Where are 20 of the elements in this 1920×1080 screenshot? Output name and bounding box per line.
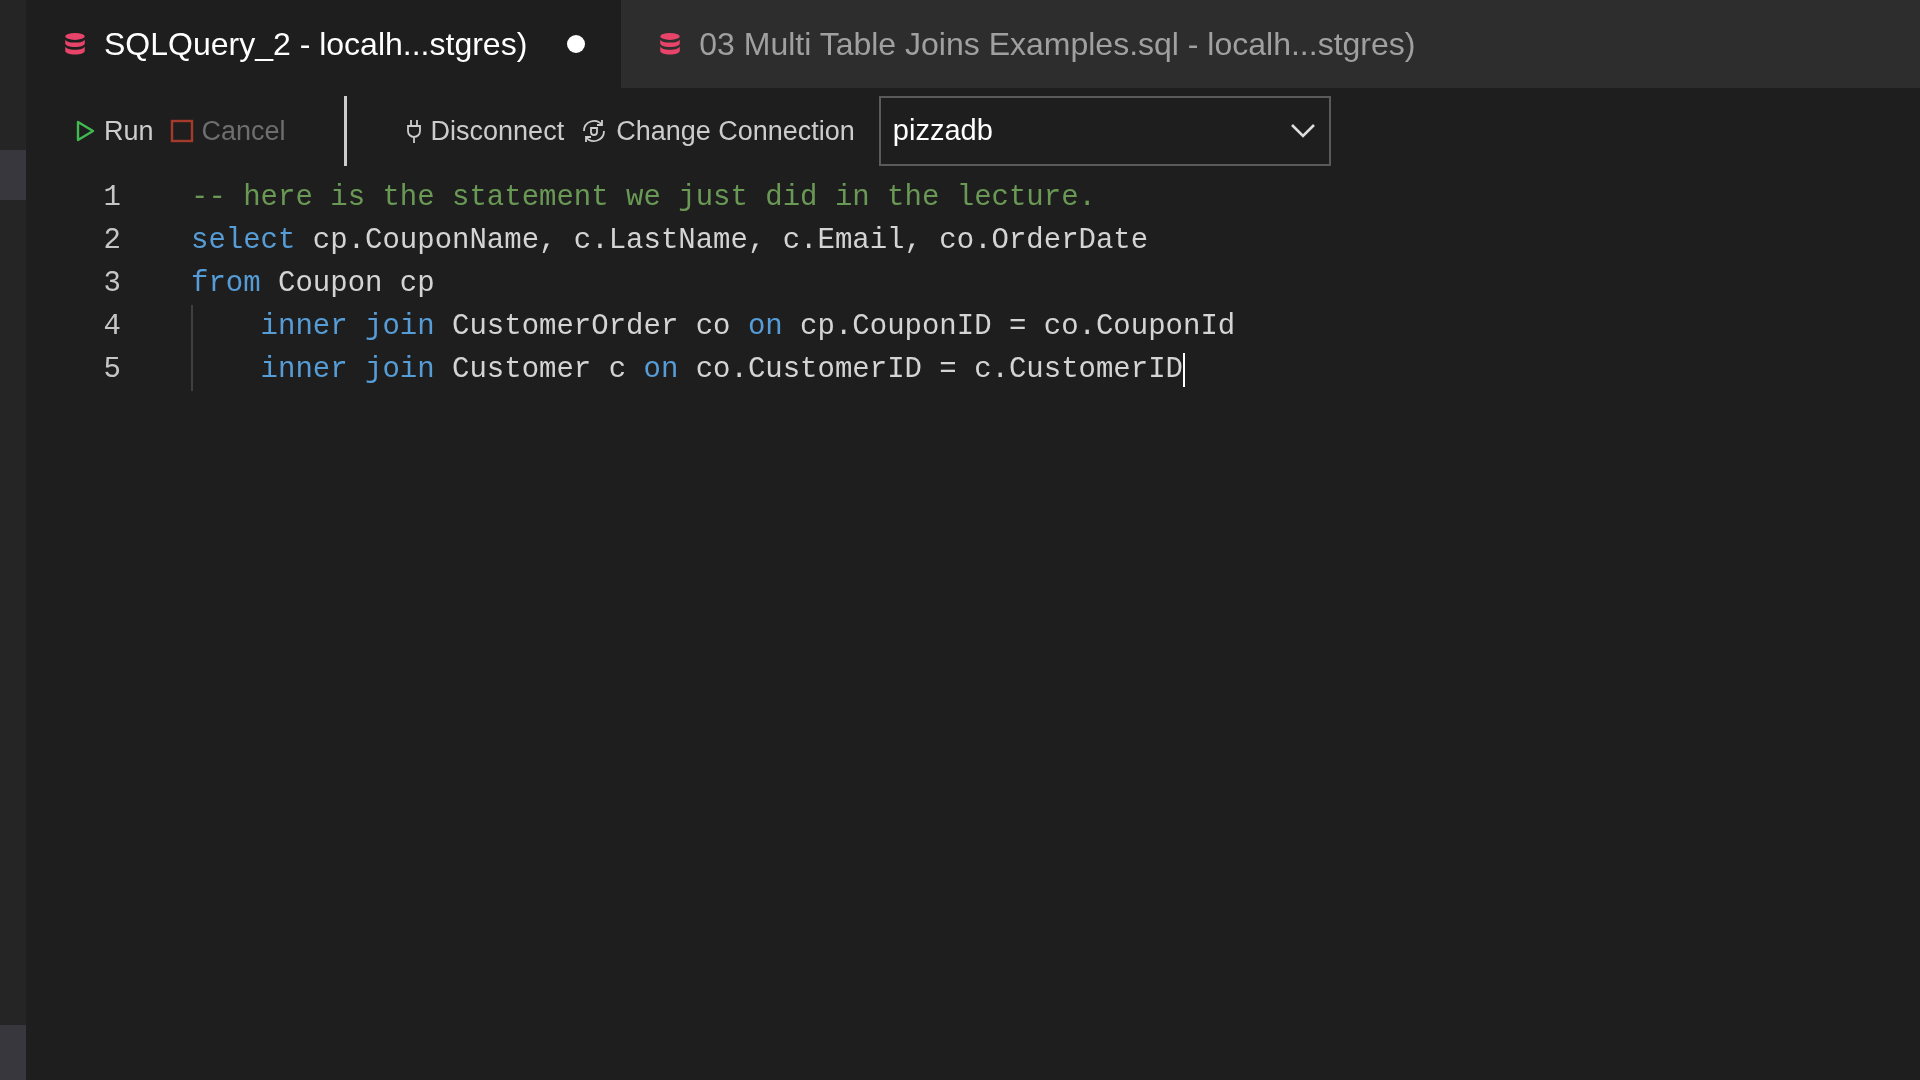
stop-icon xyxy=(169,119,194,143)
code-line: select cp.CouponName, c.LastName, c.Email, co.OrderDate xyxy=(191,222,1149,259)
line-number: 3 xyxy=(102,265,121,302)
line-number: 5 xyxy=(102,351,121,388)
connection-button[interactable]: Change Connection xyxy=(572,110,863,152)
code-line: from Coupon cp xyxy=(191,265,435,302)
code-line: inner join CustomerOrder co on cp.CouponID = co.CouponId xyxy=(259,308,1236,345)
code-line: inner join Customer c on co.CustomerID = c.CustomerID xyxy=(259,351,1183,388)
run-button[interactable]: Run xyxy=(66,110,162,152)
line-number: 1 xyxy=(102,179,121,216)
play-icon xyxy=(74,119,96,143)
line-number: 2 xyxy=(102,222,121,259)
code-line: -- here is the statement we just did in the lecture. xyxy=(191,179,1096,216)
chevron-down-icon xyxy=(1288,122,1317,140)
database-icon xyxy=(62,31,88,57)
disconnect-button[interactable]: Disconnect xyxy=(396,110,573,152)
plug-icon xyxy=(404,118,423,144)
database-select[interactable]: pizzadb xyxy=(878,96,1331,166)
editor-tab[interactable]: SQLQuery_2 - localh...stgres) xyxy=(26,0,622,88)
line-number: 4 xyxy=(102,308,121,345)
